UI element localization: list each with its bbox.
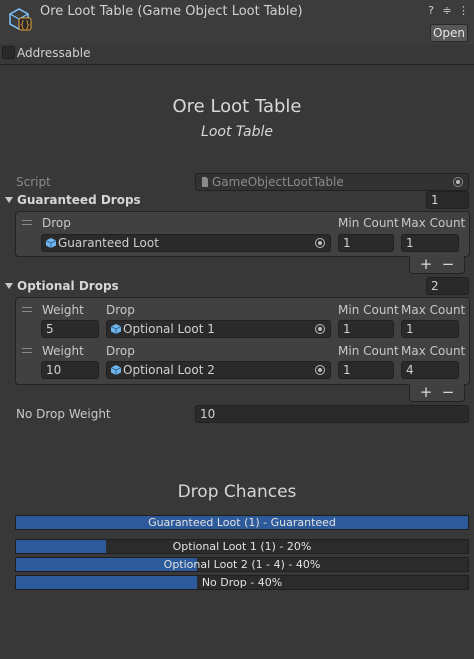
chance-bar-label: Optional Loot 1 (1) - 20% (172, 540, 312, 553)
chance-bar: Optional Loot 1 (1) - 20% (15, 539, 469, 554)
foldout-arrow-icon[interactable] (5, 197, 13, 203)
loot-table-asset-icon: {} (9, 8, 32, 31)
min-count-header: Min Count (338, 216, 399, 230)
drop-object-field[interactable]: Guaranteed Loot (41, 234, 331, 252)
inspector-title: Ore Loot Table (Game Object Loot Table) (40, 4, 303, 19)
weight-field[interactable]: 10 (41, 361, 99, 379)
max-count-header: Max Count (401, 344, 466, 358)
min-count-field[interactable]: 1 (338, 320, 394, 338)
min-count-field[interactable]: 1 (338, 234, 394, 252)
weight-field[interactable]: 5 (41, 320, 99, 338)
object-picker-icon (453, 177, 463, 187)
add-element-button[interactable]: + (416, 256, 436, 273)
drop-object-value: Optional Loot 2 (123, 363, 215, 377)
min-count-field[interactable]: 1 (338, 361, 394, 379)
object-picker-icon[interactable] (315, 238, 325, 248)
no-drop-weight-label: No Drop Weight (16, 407, 111, 421)
chance-bar: No Drop - 40% (15, 575, 469, 590)
guaranteed-drops-label[interactable]: Guaranteed Drops (17, 193, 141, 207)
open-button[interactable]: Open (430, 24, 468, 42)
asset-name: Ore Loot Table (172, 96, 302, 117)
optional-drops-label[interactable]: Optional Drops (17, 279, 119, 293)
asset-type: Loot Table (201, 124, 273, 140)
object-picker-icon[interactable] (315, 324, 325, 334)
drop-object-field[interactable]: Optional Loot 2 (106, 361, 331, 379)
drop-header: Drop (42, 216, 71, 230)
foldout-arrow-icon[interactable] (5, 283, 13, 289)
add-element-button[interactable]: + (416, 384, 436, 401)
remove-element-button[interactable]: − (438, 384, 458, 401)
no-drop-weight-field[interactable]: 10 (195, 405, 469, 423)
script-file-icon (202, 177, 208, 187)
max-count-field[interactable]: 1 (401, 234, 459, 252)
drop-object-value: Guaranteed Loot (58, 236, 159, 250)
drop-object-field[interactable]: Optional Loot 1 (106, 320, 331, 338)
script-label: Script (16, 175, 51, 189)
svg-text:{}: {} (20, 21, 31, 31)
remove-element-button[interactable]: − (438, 256, 458, 273)
guaranteed-drops-list: Drop Min Count Max Count Guaranteed Loot… (15, 211, 470, 257)
header-tools: ? ≑ ⋮ (426, 5, 469, 17)
max-count-field[interactable]: 4 (401, 361, 459, 379)
addressable-row: Addressable (0, 44, 474, 64)
weight-header: Weight (42, 344, 84, 358)
chance-bar-label: Optional Loot 2 (1 - 4) - 40% (163, 558, 321, 571)
optional-drops-size-field[interactable]: 2 (426, 277, 469, 295)
min-count-header: Min Count (338, 303, 399, 317)
drag-handle-icon[interactable] (22, 220, 32, 226)
prefab-cube-icon (46, 238, 56, 248)
help-icon[interactable]: ? (426, 5, 436, 17)
drag-handle-icon[interactable] (22, 307, 32, 313)
script-field-value: GameObjectLootTable (212, 175, 344, 189)
min-count-header: Min Count (338, 344, 399, 358)
guaranteed-list-footer: + − (409, 256, 465, 274)
optional-list-footer: + − (409, 384, 465, 402)
weight-header: Weight (42, 303, 84, 317)
script-field: GameObjectLootTable (195, 173, 469, 191)
inspector-header: {} Ore Loot Table (Game Object Loot Tabl… (0, 0, 474, 44)
drop-chances-title: Drop Chances (177, 482, 297, 502)
chance-bar: Optional Loot 2 (1 - 4) - 40% (15, 557, 469, 572)
chance-bar-label: Guaranteed Loot (1) - Guaranteed (148, 516, 336, 529)
drop-header: Drop (106, 303, 135, 317)
optional-drops-list: Weight Drop Min Count Max Count 5 Option… (15, 297, 470, 385)
drop-header: Drop (106, 344, 135, 358)
object-picker-icon[interactable] (315, 365, 325, 375)
max-count-field[interactable]: 1 (401, 320, 459, 338)
prefab-cube-icon (111, 365, 121, 375)
chance-bar-label: No Drop - 40% (201, 576, 283, 589)
addressable-checkbox[interactable] (2, 46, 15, 59)
menu-icon[interactable]: ⋮ (458, 5, 469, 17)
preset-icon[interactable]: ≑ (442, 5, 452, 17)
prefab-cube-icon (111, 324, 121, 334)
guaranteed-drops-size-field[interactable]: 1 (426, 191, 469, 209)
drag-handle-icon[interactable] (22, 348, 32, 354)
header-divider (0, 64, 474, 65)
addressable-label: Addressable (17, 46, 91, 60)
drop-object-value: Optional Loot 1 (123, 322, 215, 336)
chance-bar: Guaranteed Loot (1) - Guaranteed (15, 515, 469, 530)
max-count-header: Max Count (401, 303, 466, 317)
max-count-header: Max Count (401, 216, 466, 230)
